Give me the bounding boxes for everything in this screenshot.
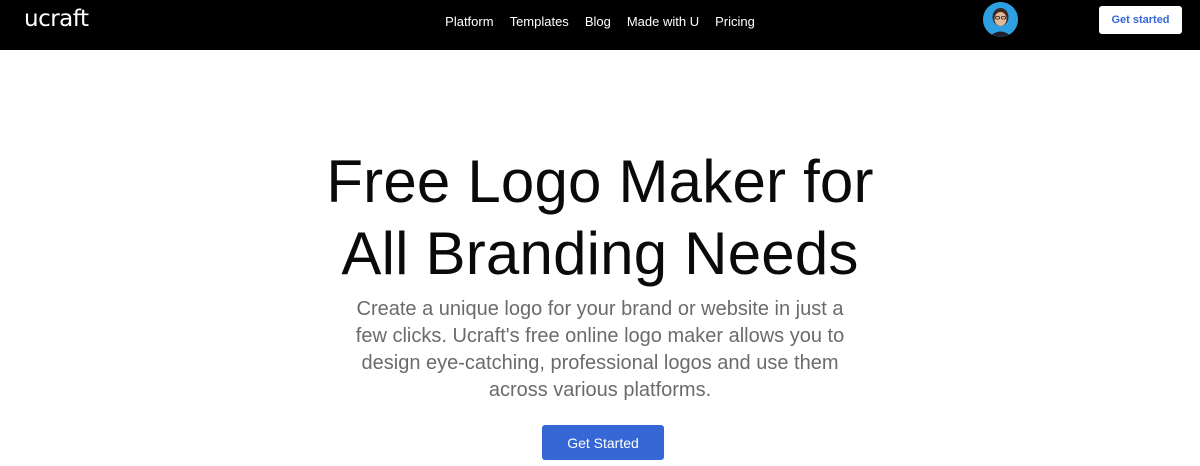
hero-subtitle-line: few clicks. Ucraft's free online logo ma… xyxy=(355,325,845,347)
nav-item-templates[interactable]: Templates xyxy=(510,14,569,29)
top-navigation-bar: ucraft Platform Templates Blog Made with… xyxy=(0,0,1200,50)
hero-subtitle-line: across various platforms. xyxy=(488,379,712,401)
get-started-header-button[interactable]: Get started xyxy=(1099,6,1182,34)
hero-subtitle-line: design eye-catching, professional logos … xyxy=(361,352,839,374)
hero-subtitle: Create a unique logo for your brand or w… xyxy=(330,296,870,404)
hero-title-line: Free Logo Maker for xyxy=(326,148,874,215)
hero-subtitle-line: Create a unique logo for your brand or w… xyxy=(356,298,844,320)
hero-title-line: All Branding Needs xyxy=(341,220,859,287)
nav-item-platform[interactable]: Platform xyxy=(445,14,493,29)
nav-item-blog[interactable]: Blog xyxy=(585,14,611,29)
ucraft-logo[interactable]: ucraft xyxy=(24,6,89,32)
get-started-hero-button[interactable]: Get Started xyxy=(542,425,664,460)
main-nav: Platform Templates Blog Made with U Pric… xyxy=(0,0,1200,42)
nav-item-made-with-u[interactable]: Made with U xyxy=(627,14,699,29)
nav-item-pricing[interactable]: Pricing xyxy=(715,14,755,29)
user-avatar[interactable] xyxy=(983,2,1018,37)
hero-title: Free Logo Maker for All Branding Needs xyxy=(0,146,1200,290)
avatar-icon xyxy=(983,2,1018,37)
